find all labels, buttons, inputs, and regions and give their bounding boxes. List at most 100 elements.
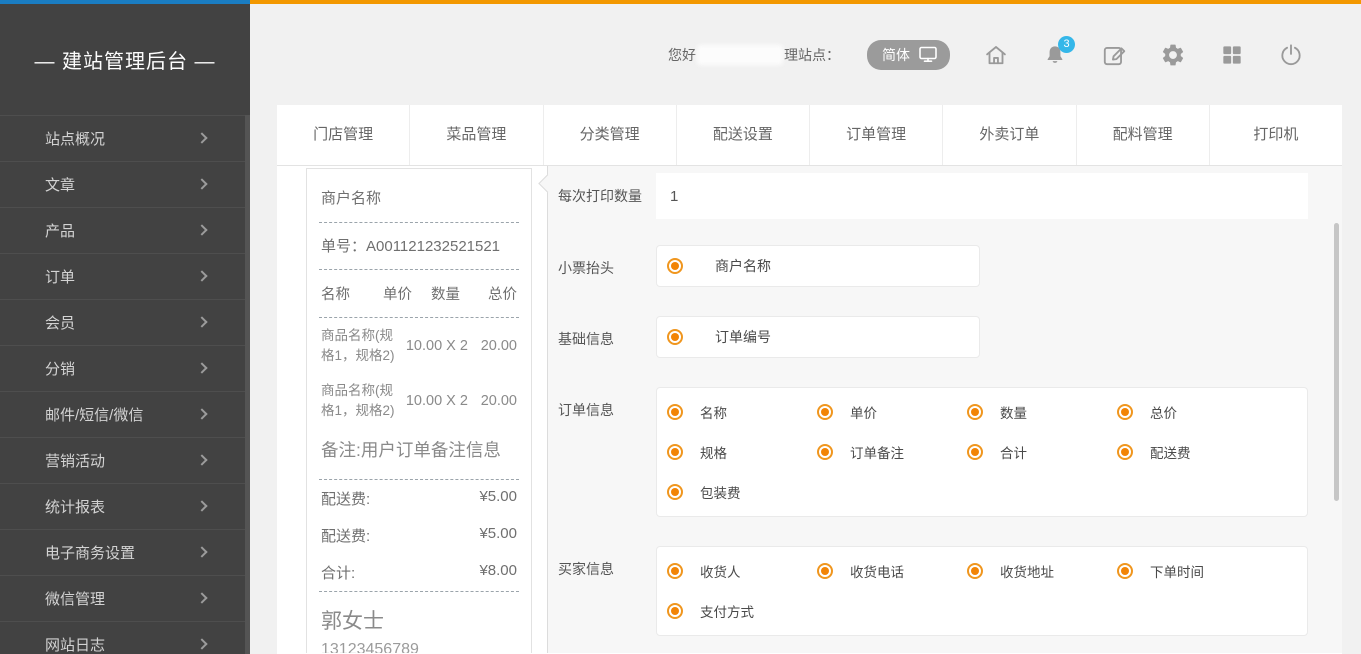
bell-icon[interactable]: 3	[1042, 42, 1068, 68]
radio-button[interactable]	[667, 444, 683, 460]
option-订单编号: 订单编号	[667, 327, 771, 347]
option-box: 收货人收货电话收货地址下单时间支付方式	[656, 546, 1308, 636]
sidebar-item-label: 分销	[45, 358, 75, 379]
notification-badge: 3	[1058, 36, 1075, 53]
radio-dot	[1121, 408, 1129, 416]
sidebar-item-分销[interactable]: 分销	[0, 345, 250, 391]
option-label: 包装费	[700, 482, 741, 502]
radio-button[interactable]	[817, 404, 833, 420]
tab-外卖订单[interactable]: 外卖订单	[943, 105, 1076, 165]
receipt-order-number: 单号：A001121232521521	[319, 223, 519, 269]
sidebar-top-strip	[0, 0, 250, 4]
option-row: 名称单价数量总价	[667, 392, 1307, 432]
greeting-suffix: 理站点：	[784, 45, 840, 65]
radio-dot	[971, 408, 979, 416]
sidebar-item-网站日志[interactable]: 网站日志	[0, 621, 250, 654]
radio-button[interactable]	[667, 329, 683, 345]
radio-button[interactable]	[967, 563, 983, 579]
content-scrollbar[interactable]	[1334, 223, 1339, 501]
option-收货地址: 收货地址	[967, 561, 1117, 581]
radio-button[interactable]	[667, 603, 683, 619]
option-配送费: 配送费	[1117, 442, 1267, 462]
sidebar-item-label: 网站日志	[45, 634, 105, 654]
option-label: 订单备注	[850, 442, 904, 462]
sidebar-item-产品[interactable]: 产品	[0, 207, 250, 253]
receipt-fee-label: 配送费:	[321, 488, 370, 509]
radio-dot	[671, 567, 679, 575]
power-icon[interactable]	[1278, 42, 1304, 68]
radio-button[interactable]	[817, 444, 833, 460]
sidebar-item-邮件/短信/微信[interactable]: 邮件/短信/微信	[0, 391, 250, 437]
tab-打印机[interactable]: 打印机	[1210, 105, 1342, 165]
receipt-item-total: 20.00	[481, 393, 517, 409]
option-规格: 规格	[667, 442, 817, 462]
setting-section-label: 基础信息	[558, 316, 656, 358]
sidebar-scrollbar[interactable]	[245, 115, 250, 654]
receipt-fee-row: 合计:¥8.00	[319, 554, 519, 591]
radio-button[interactable]	[667, 563, 683, 579]
receipt-item-row: 商品名称(规格1，规格2)10.00 X 220.00	[319, 373, 519, 428]
radio-button[interactable]	[667, 484, 683, 500]
site-language-label: 简体	[882, 45, 910, 65]
option-总价: 总价	[1117, 402, 1267, 422]
grid-icon[interactable]	[1219, 42, 1245, 68]
receipt-item-total: 20.00	[481, 338, 517, 354]
sidebar-item-微信管理[interactable]: 微信管理	[0, 575, 250, 621]
sidebar-item-label: 产品	[45, 220, 75, 241]
receipt-fee-value: ¥5.00	[479, 525, 517, 546]
radio-button[interactable]	[1117, 404, 1133, 420]
receipt-col-header: 总价	[479, 283, 517, 304]
radio-button[interactable]	[667, 404, 683, 420]
option-label: 配送费	[1150, 442, 1191, 462]
setting-section-label: 买家信息	[558, 546, 656, 636]
chevron-right-icon	[196, 224, 207, 235]
tab-分类管理[interactable]: 分类管理	[544, 105, 677, 165]
option-row: 包装费	[667, 472, 1307, 512]
print-count-input[interactable]	[656, 173, 1308, 219]
radio-dot	[671, 607, 679, 615]
tab-订单管理[interactable]: 订单管理	[810, 105, 943, 165]
receipt-items: 商品名称(规格1，规格2)10.00 X 220.00商品名称(规格1，规格2)…	[319, 318, 519, 428]
option-label: 规格	[700, 442, 727, 462]
option-box: 商户名称	[656, 245, 980, 287]
sidebar-item-订单[interactable]: 订单	[0, 253, 250, 299]
option-包装费: 包装费	[667, 482, 817, 502]
radio-button[interactable]	[1117, 444, 1133, 460]
radio-button[interactable]	[667, 258, 683, 274]
sidebar-item-label: 会员	[45, 312, 75, 333]
sidebar-item-站点概况[interactable]: 站点概况	[0, 115, 250, 161]
sidebar-item-统计报表[interactable]: 统计报表	[0, 483, 250, 529]
radio-button[interactable]	[817, 563, 833, 579]
option-label: 总价	[1150, 402, 1177, 422]
edit-icon[interactable]	[1101, 42, 1127, 68]
header-bar: 您好 理站点： 简体 3	[250, 4, 1361, 105]
tab-门店管理[interactable]: 门店管理	[277, 105, 410, 165]
sidebar-item-会员[interactable]: 会员	[0, 299, 250, 345]
sidebar-item-营销活动[interactable]: 营销活动	[0, 437, 250, 483]
tab-配送设置[interactable]: 配送设置	[677, 105, 810, 165]
gear-icon[interactable]	[1160, 42, 1186, 68]
receipt-fee-value: ¥5.00	[479, 488, 517, 509]
option-名称: 名称	[667, 402, 817, 422]
chevron-right-icon	[196, 592, 207, 603]
option-label: 订单编号	[715, 327, 771, 347]
radio-button[interactable]	[967, 404, 983, 420]
receipt-preview: 商户名称 单号：A001121232521521 名称单价数量总价 商品名称(规…	[306, 168, 532, 653]
tab-配料管理[interactable]: 配料管理	[1077, 105, 1210, 165]
option-label: 合计	[1000, 442, 1027, 462]
tab-菜品管理[interactable]: 菜品管理	[410, 105, 543, 165]
radio-button[interactable]	[1117, 563, 1133, 579]
radio-dot	[671, 488, 679, 496]
sidebar-item-label: 营销活动	[45, 450, 105, 471]
redacted-username	[697, 45, 783, 65]
sidebar-item-电子商务设置[interactable]: 电子商务设置	[0, 529, 250, 575]
sidebar-item-文章[interactable]: 文章	[0, 161, 250, 207]
print-count-label: 每次打印数量	[558, 173, 656, 219]
site-language-button[interactable]: 简体	[867, 40, 950, 70]
radio-button[interactable]	[967, 444, 983, 460]
tab-bar: 门店管理菜品管理分类管理配送设置订单管理外卖订单配料管理打印机	[277, 105, 1342, 166]
home-icon[interactable]	[983, 42, 1009, 68]
sidebar-item-label: 统计报表	[45, 496, 105, 517]
option-label: 单价	[850, 402, 877, 422]
option-label: 下单时间	[1150, 561, 1204, 581]
